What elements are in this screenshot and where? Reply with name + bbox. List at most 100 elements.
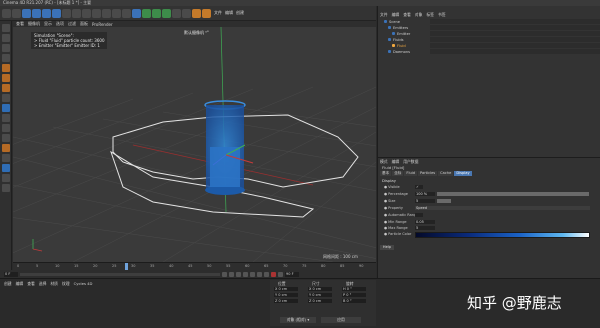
- help-button[interactable]: Help: [380, 245, 394, 250]
- x-axis-icon[interactable]: [62, 8, 71, 18]
- rotation-h-field[interactable]: H 0 °: [342, 287, 366, 291]
- soft-selection-icon[interactable]: [1, 114, 10, 122]
- toolbar-menu-item[interactable]: 编辑: [225, 10, 233, 16]
- tab-particles[interactable]: Particles: [418, 171, 438, 176]
- object-row-fluids[interactable]: Fluids: [388, 37, 404, 42]
- material-menu-item[interactable]: 编辑: [16, 281, 24, 287]
- render-view-icon[interactable]: [102, 8, 111, 18]
- previous-key-icon[interactable]: [229, 271, 234, 277]
- om-menu-item[interactable]: 标签: [426, 12, 434, 18]
- play-icon[interactable]: [243, 271, 248, 277]
- viewport-menu-item[interactable]: ProRender: [92, 22, 113, 27]
- undo-icon[interactable]: [2, 8, 11, 18]
- rotation-b-field[interactable]: B 0 °: [342, 299, 366, 303]
- range-slider[interactable]: [20, 272, 220, 276]
- end-frame-field[interactable]: 90 F: [285, 271, 299, 277]
- material-menu-item[interactable]: 纹理: [62, 281, 70, 287]
- material-menu-item[interactable]: 查看: [27, 281, 35, 287]
- go-to-end-icon[interactable]: [264, 271, 269, 277]
- viewport[interactable]: 查看 摄像机 显示 选项 过滤 面板 ProRender Simulation …: [13, 21, 376, 262]
- om-menu-item[interactable]: 书签: [438, 12, 446, 18]
- tab-fluid[interactable]: Fluid: [404, 171, 417, 176]
- material-menu-item[interactable]: 选择: [39, 281, 47, 287]
- am-menu-item[interactable]: 用户数据: [403, 159, 418, 165]
- workplane-icon[interactable]: [1, 54, 10, 62]
- texture-mode-icon[interactable]: [1, 44, 10, 52]
- rotation-p-field[interactable]: P 0 °: [342, 293, 366, 297]
- object-row-fluid[interactable]: Fluid: [392, 43, 406, 48]
- tweak-mode-icon[interactable]: [1, 174, 10, 182]
- floor-icon[interactable]: [182, 8, 191, 18]
- polygons-mode-icon[interactable]: [1, 84, 10, 92]
- size-slider[interactable]: [437, 199, 451, 203]
- tab-cache[interactable]: Cache: [438, 171, 454, 176]
- make-editable-icon[interactable]: [1, 24, 10, 32]
- cube-icon[interactable]: [132, 8, 141, 18]
- size-y-field[interactable]: Y 0 cm: [308, 293, 332, 297]
- axis-mode-icon[interactable]: [1, 94, 10, 102]
- lock-workplane-icon[interactable]: [1, 124, 10, 132]
- pen-icon[interactable]: [142, 8, 151, 18]
- automatic-range-checkbox[interactable]: [415, 213, 423, 217]
- min-range-field[interactable]: 0.05: [415, 220, 435, 224]
- percentage-field[interactable]: 100 %: [415, 192, 435, 196]
- toolbar-menu-item[interactable]: 文件: [214, 10, 222, 16]
- previous-frame-icon[interactable]: [236, 271, 241, 277]
- layout-icon[interactable]: [1, 184, 10, 192]
- live-select-icon[interactable]: [22, 8, 31, 18]
- tab-basic[interactable]: 基本: [380, 171, 392, 176]
- start-frame-field[interactable]: 0 F: [4, 271, 18, 277]
- coordinate-system-icon[interactable]: [92, 8, 101, 18]
- om-menu-item[interactable]: 文件: [380, 12, 388, 18]
- paint-icon[interactable]: [1, 154, 10, 162]
- subdivision-icon[interactable]: [152, 8, 161, 18]
- visible-checkbox[interactable]: ✓: [415, 185, 423, 189]
- position-z-field[interactable]: Z 0 cm: [274, 299, 298, 303]
- light-icon[interactable]: [202, 8, 211, 18]
- autokey-icon[interactable]: [278, 271, 283, 277]
- particle-color-gradient[interactable]: [415, 232, 590, 238]
- object-row-emitters[interactable]: Emitters: [388, 25, 408, 30]
- coordinate-mode-dropdown[interactable]: 对象 (相对) ▾: [280, 317, 316, 323]
- material-menu-item[interactable]: Cycles 4D: [74, 281, 93, 287]
- solo-icon[interactable]: [1, 134, 10, 142]
- size-x-field[interactable]: X 0 cm: [308, 287, 332, 291]
- next-key-icon[interactable]: [257, 271, 262, 277]
- tab-coord[interactable]: 坐标: [392, 171, 404, 176]
- material-menu-item[interactable]: 创建: [4, 281, 12, 287]
- scale-icon[interactable]: [42, 8, 51, 18]
- tab-display[interactable]: Display: [454, 171, 472, 176]
- record-icon[interactable]: [271, 271, 276, 277]
- percentage-slider[interactable]: [437, 192, 589, 196]
- size-z-field[interactable]: Z 0 cm: [308, 299, 332, 303]
- toolbar-menu-item[interactable]: 创建: [236, 10, 244, 16]
- render-settings-icon[interactable]: [122, 8, 131, 18]
- property-dropdown[interactable]: Speed: [415, 206, 590, 210]
- edges-mode-icon[interactable]: [1, 74, 10, 82]
- snap-icon[interactable]: [1, 104, 10, 112]
- y-axis-icon[interactable]: [72, 8, 81, 18]
- points-mode-icon[interactable]: [1, 64, 10, 72]
- apply-button[interactable]: 应用: [321, 317, 361, 323]
- model-mode-icon[interactable]: [1, 34, 10, 42]
- viewport-solo-icon[interactable]: [1, 164, 10, 172]
- cloner-icon[interactable]: [162, 8, 171, 18]
- material-menu-item[interactable]: 材质: [50, 281, 58, 287]
- timeline-ruler[interactable]: 0 5 10 15 20 25 30 35 40 45 50 55 60 65 …: [13, 262, 376, 271]
- max-range-field[interactable]: 5: [415, 226, 435, 230]
- om-menu-item[interactable]: 编辑: [392, 12, 400, 18]
- next-frame-icon[interactable]: [250, 271, 255, 277]
- om-menu-item[interactable]: 对象: [415, 12, 423, 18]
- redo-icon[interactable]: [12, 8, 21, 18]
- render-picture-viewer-icon[interactable]: [112, 8, 121, 18]
- om-menu-item[interactable]: 查看: [403, 12, 411, 18]
- camera-icon[interactable]: [192, 8, 201, 18]
- rotate-icon[interactable]: [52, 8, 61, 18]
- sculpt-icon[interactable]: [1, 144, 10, 152]
- position-y-field[interactable]: Y 0 cm: [274, 293, 298, 297]
- go-to-start-icon[interactable]: [222, 271, 227, 277]
- deformer-icon[interactable]: [172, 8, 181, 18]
- z-axis-icon[interactable]: [82, 8, 91, 18]
- object-row-scene[interactable]: Scene: [384, 19, 400, 24]
- size-field[interactable]: 5: [415, 199, 435, 203]
